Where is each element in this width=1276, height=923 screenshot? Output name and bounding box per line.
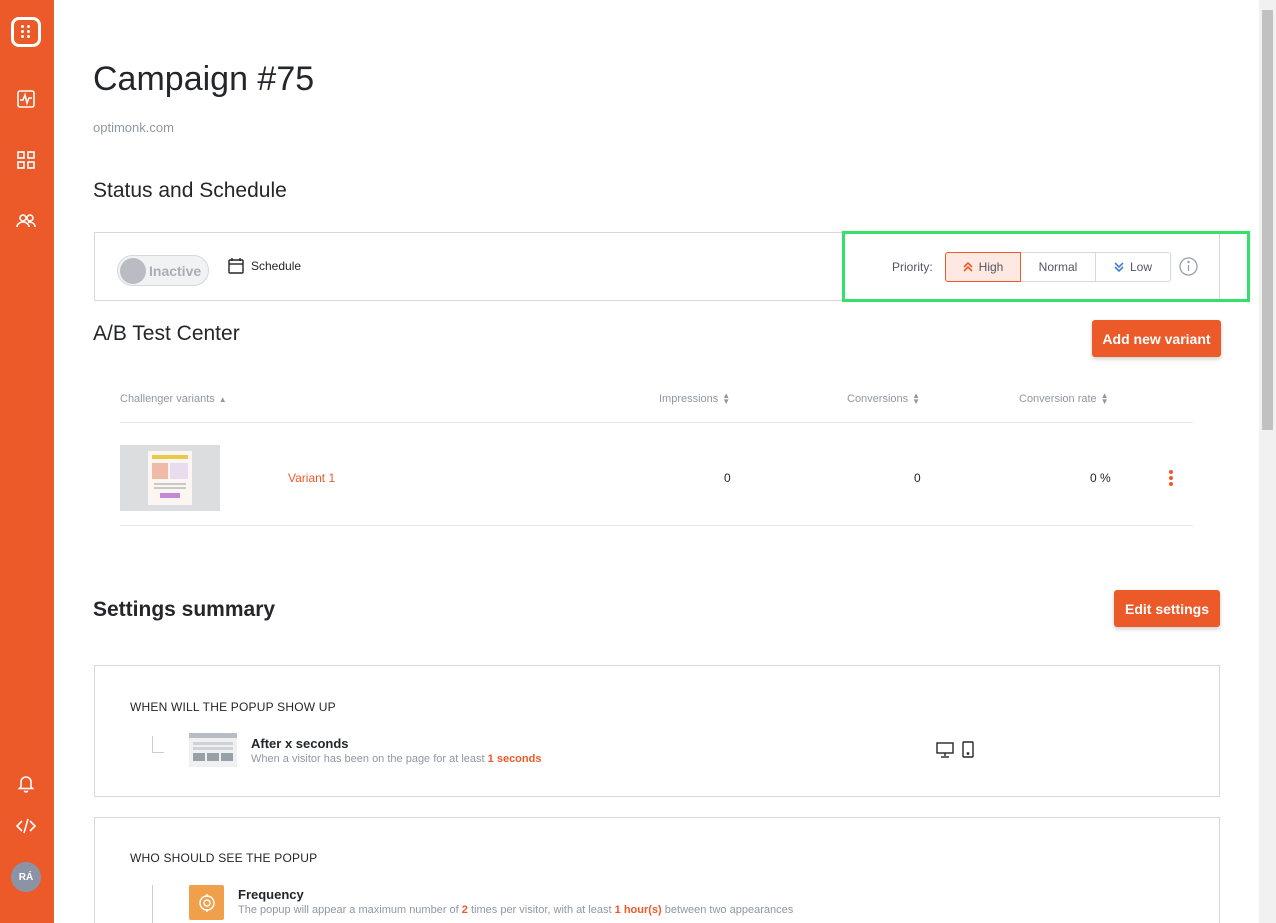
col-header-impressions-label: Impressions: [659, 393, 719, 405]
bell-icon[interactable]: [15, 772, 37, 794]
highlight-box: [842, 231, 1250, 302]
col-header-variants-label: Challenger variants: [120, 393, 215, 405]
toggle-label: Inactive: [149, 263, 202, 279]
campaign-domain: optimonk.com: [93, 120, 174, 135]
variant-thumbnail[interactable]: [120, 445, 220, 511]
who-card: WHO SHOULD SEE THE POPUP Frequency The p…: [94, 817, 1220, 923]
col-header-rate-label: Conversion rate: [1019, 393, 1097, 405]
sort-icon: ▲ ▼: [1100, 391, 1109, 406]
col-header-conversions[interactable]: Conversions ▲ ▼: [847, 391, 921, 406]
col-header-conversions-label: Conversions: [847, 393, 909, 405]
timer-illustration-icon: [189, 733, 237, 767]
when-card-title: WHEN WILL THE POPUP SHOW UP: [130, 700, 336, 714]
users-icon[interactable]: [15, 210, 37, 232]
row-divider: [120, 525, 1193, 526]
tree-connector: [152, 885, 153, 923]
sort-asc-icon: ▲: [218, 394, 227, 404]
optimonk-logo-icon[interactable]: [11, 17, 41, 47]
status-schedule-heading: Status and Schedule: [93, 179, 287, 202]
page-scrollbar[interactable]: [1259, 0, 1276, 923]
who-rule-desc: The popup will appear a maximum number o…: [238, 904, 794, 916]
calendar-icon: [228, 258, 244, 274]
who-card-title: WHO SHOULD SEE THE POPUP: [130, 851, 318, 865]
priority-high-label: High: [978, 260, 1004, 274]
toggle-knob: [120, 258, 146, 284]
when-card: WHEN WILL THE POPUP SHOW UP After x seco…: [94, 665, 1220, 797]
scrollbar-thumb[interactable]: [1262, 10, 1273, 430]
settings-summary-heading: Settings summary: [93, 598, 276, 621]
variant-more-icon[interactable]: [1168, 470, 1174, 486]
mobile-icon: [962, 741, 974, 758]
col-header-conversion-rate[interactable]: Conversion rate ▲ ▼: [1019, 391, 1109, 406]
status-toggle[interactable]: Inactive: [117, 255, 209, 286]
sort-icon: ▲ ▼: [912, 391, 921, 406]
sort-icon: ▲ ▼: [722, 391, 731, 406]
sidebar: RÁ: [0, 0, 54, 923]
ab-test-heading: A/B Test Center: [93, 322, 240, 345]
avatar[interactable]: RÁ: [11, 862, 41, 892]
page-title: Campaign #75: [93, 60, 315, 98]
who-rule-title: Frequency: [238, 887, 304, 902]
table-divider: [120, 422, 1193, 423]
priority-high-button[interactable]: High: [945, 252, 1021, 282]
dashboard-activity-icon[interactable]: [15, 88, 37, 110]
tree-connector: [152, 736, 164, 753]
variant-name-link[interactable]: Variant 1: [288, 471, 335, 485]
col-header-variants[interactable]: Challenger variants ▲: [120, 393, 227, 405]
when-rule-title: After x seconds: [251, 736, 349, 751]
variant-conversions: 0: [914, 471, 921, 485]
schedule-label: Schedule: [251, 258, 302, 273]
frequency-icon: [189, 885, 224, 920]
code-icon[interactable]: [15, 815, 37, 837]
variant-impressions: 0: [724, 471, 731, 485]
desktop-icon: [936, 742, 954, 758]
variant-conversion-rate: 0 %: [1090, 471, 1111, 485]
schedule-button[interactable]: Schedule: [228, 257, 301, 274]
when-rule-desc: When a visitor has been on the page for …: [251, 753, 542, 765]
edit-settings-button[interactable]: Edit settings: [1114, 590, 1220, 627]
chevrons-up-icon: [963, 262, 973, 272]
col-header-impressions[interactable]: Impressions ▲ ▼: [659, 391, 731, 406]
add-new-variant-button[interactable]: Add new variant: [1092, 320, 1221, 357]
campaigns-grid-icon[interactable]: [15, 149, 37, 171]
